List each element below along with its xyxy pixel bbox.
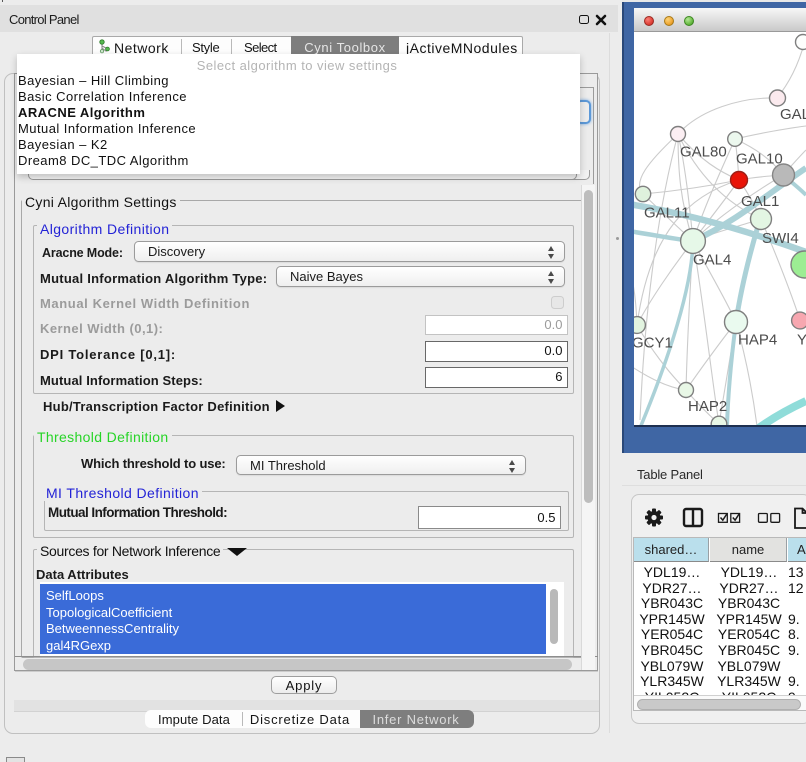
svg-text:GAL10: GAL10	[736, 151, 783, 168]
svg-text:GAL4: GAL4	[693, 252, 731, 269]
svg-text:GAL7: GAL7	[780, 106, 806, 123]
svg-text:SWI4: SWI4	[762, 230, 799, 247]
svg-text:YE: YE	[797, 332, 806, 349]
svg-text:GCY1: GCY1	[634, 335, 673, 352]
svg-text:GAL80: GAL80	[680, 144, 727, 161]
svg-text:HAP4: HAP4	[738, 332, 777, 349]
svg-text:GAL11: GAL11	[644, 205, 690, 222]
svg-text:GAL1: GAL1	[741, 193, 779, 210]
svg-text:HAP2: HAP2	[688, 398, 727, 415]
